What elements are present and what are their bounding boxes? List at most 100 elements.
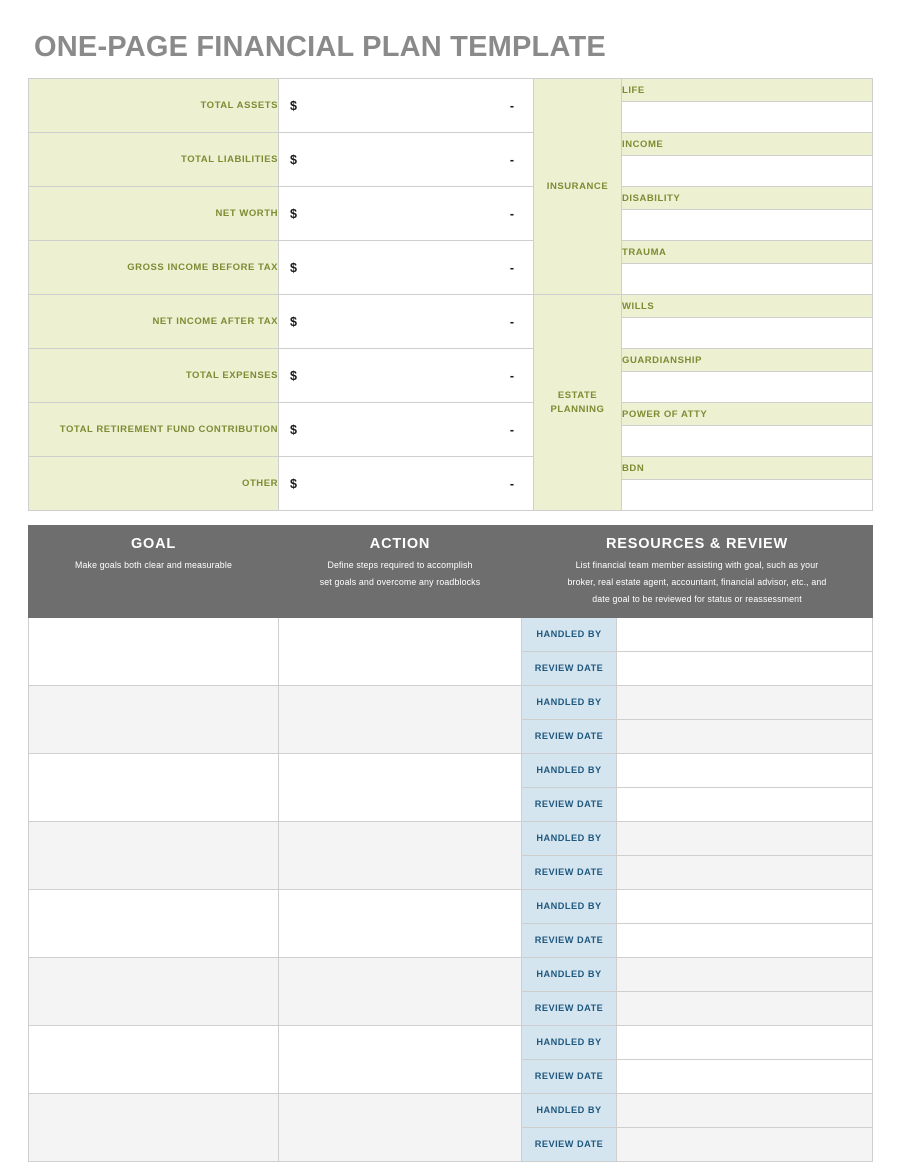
currency-symbol: $ [290,422,297,437]
goal-input[interactable] [28,752,279,822]
summary-row-value-cell[interactable]: $ - [278,186,534,241]
section-item-input[interactable] [621,317,873,349]
action-input[interactable] [278,616,522,686]
review-date-input[interactable] [616,1058,873,1094]
section-name-insurance: INSURANCE [533,78,622,295]
section-item-input[interactable] [621,479,873,511]
summary-row-label: NET INCOME AFTER TAX [28,294,279,349]
summary-row-value: - [509,98,514,113]
action-input[interactable] [278,752,522,822]
summary-row-value-cell[interactable]: $ - [278,348,534,403]
section-item-label: LIFE [621,78,873,102]
goal-input[interactable] [28,888,279,958]
section-item-label: TRAUMA [621,240,873,264]
review-date-input[interactable] [616,1126,873,1162]
summary-row-value: - [509,368,514,383]
handled-by-input[interactable] [616,888,873,924]
action-input[interactable] [278,684,522,754]
currency-symbol: $ [290,260,297,275]
action-input[interactable] [278,1092,522,1162]
action-input[interactable] [278,1024,522,1094]
action-input[interactable] [278,888,522,958]
section-item-input[interactable] [621,263,873,295]
section-item-label: INCOME [621,132,873,156]
handled-by-input[interactable] [616,752,873,788]
summary-row-value-cell[interactable]: $ - [278,78,534,133]
section-item-input[interactable] [621,425,873,457]
currency-symbol: $ [290,476,297,491]
currency-symbol: $ [290,206,297,221]
action-input[interactable] [278,956,522,1026]
review-date-label: REVIEW DATE [521,854,617,890]
summary-row-label: OTHER [28,456,279,511]
goals-header-title: RESOURCES & REVIEW [606,536,788,552]
goals-header-row: GOAL Make goals both clear and measurable… [28,525,873,618]
goal-row: HANDLED BY [28,956,873,1026]
goals-header-subtitle-line: List financial team member assisting wit… [575,559,819,570]
review-date-label: REVIEW DATE [521,922,617,958]
section-name-line2: PLANNING [550,403,605,415]
handled-by-label: HANDLED BY [521,888,617,924]
summary-row-value: - [509,206,514,221]
summary-row-value-cell[interactable]: $ - [278,294,534,349]
summary-row: TOTAL EXPENSES $ - GUARDIANSHIP [28,348,873,403]
handled-by-input[interactable] [616,956,873,992]
review-date-input[interactable] [616,718,873,754]
review-date-label: REVIEW DATE [521,1126,617,1162]
section-item-input[interactable] [621,371,873,403]
section-item-input[interactable] [621,101,873,133]
summary-row-value-cell[interactable]: $ - [278,402,534,457]
review-date-label: REVIEW DATE [521,718,617,754]
section-item-label: WILLS [621,294,873,318]
handled-by-label: HANDLED BY [521,616,617,652]
review-date-input[interactable] [616,854,873,890]
goal-input[interactable] [28,616,279,686]
section-item-input[interactable] [621,209,873,241]
handled-by-label: HANDLED BY [521,684,617,720]
page-title: ONE-PAGE FINANCIAL PLAN TEMPLATE [34,31,606,63]
summary-row: NET WORTH $ - DISABILITY [28,186,873,241]
review-date-input[interactable] [616,650,873,686]
goal-input[interactable] [28,684,279,754]
action-input[interactable] [278,820,522,890]
handled-by-input[interactable] [616,820,873,856]
goals-table: GOAL Make goals both clear and measurable… [28,525,873,1162]
summary-row-value-cell[interactable]: $ - [278,132,534,187]
summary-row-value-cell[interactable]: $ - [278,456,534,511]
handled-by-input[interactable] [616,1024,873,1060]
section-name-line1: ESTATE [557,389,598,401]
goal-row: HANDLED BY [28,888,873,958]
goals-header-subtitle-line: set goals and overcome any roadblocks [319,576,481,587]
summary-row-label: TOTAL LIABILITIES [28,132,279,187]
goals-header-subtitle-line: Define steps required to accomplish [327,559,473,570]
goal-row: HANDLED BY [28,820,873,890]
summary-row-value: - [509,314,514,329]
summary-row-value-cell[interactable]: $ - [278,240,534,295]
section-name-line1: INSURANCE [546,180,609,192]
handled-by-label: HANDLED BY [521,1092,617,1128]
handled-by-input[interactable] [616,684,873,720]
summary-row: TOTAL LIABILITIES $ - INCOME [28,132,873,187]
section-item-input[interactable] [621,155,873,187]
goal-row: HANDLED BY [28,684,873,754]
goal-input[interactable] [28,1024,279,1094]
summary-table: TOTAL ASSETS $ - INSURANCE LIFE TOTAL LIABILI… [28,78,873,511]
review-date-input[interactable] [616,922,873,958]
handled-by-input[interactable] [616,1092,873,1128]
goal-row: HANDLED BY [28,616,873,686]
summary-row: GROSS INCOME BEFORE TAX $ - TRAUMA [28,240,873,295]
goals-header-title: ACTION [369,536,431,552]
handled-by-input[interactable] [616,616,873,652]
review-date-label: REVIEW DATE [521,990,617,1026]
handled-by-label: HANDLED BY [521,956,617,992]
goal-input[interactable] [28,820,279,890]
review-date-input[interactable] [616,786,873,822]
handled-by-label: HANDLED BY [521,820,617,856]
goals-header-subtitle-line: Make goals both clear and measurable [75,559,232,570]
review-date-input[interactable] [616,990,873,1026]
goal-input[interactable] [28,956,279,1026]
goal-input[interactable] [28,1092,279,1162]
goals-header-title: GOAL [130,536,177,552]
review-date-label: REVIEW DATE [521,650,617,686]
goal-row: HANDLED BY [28,1092,873,1162]
